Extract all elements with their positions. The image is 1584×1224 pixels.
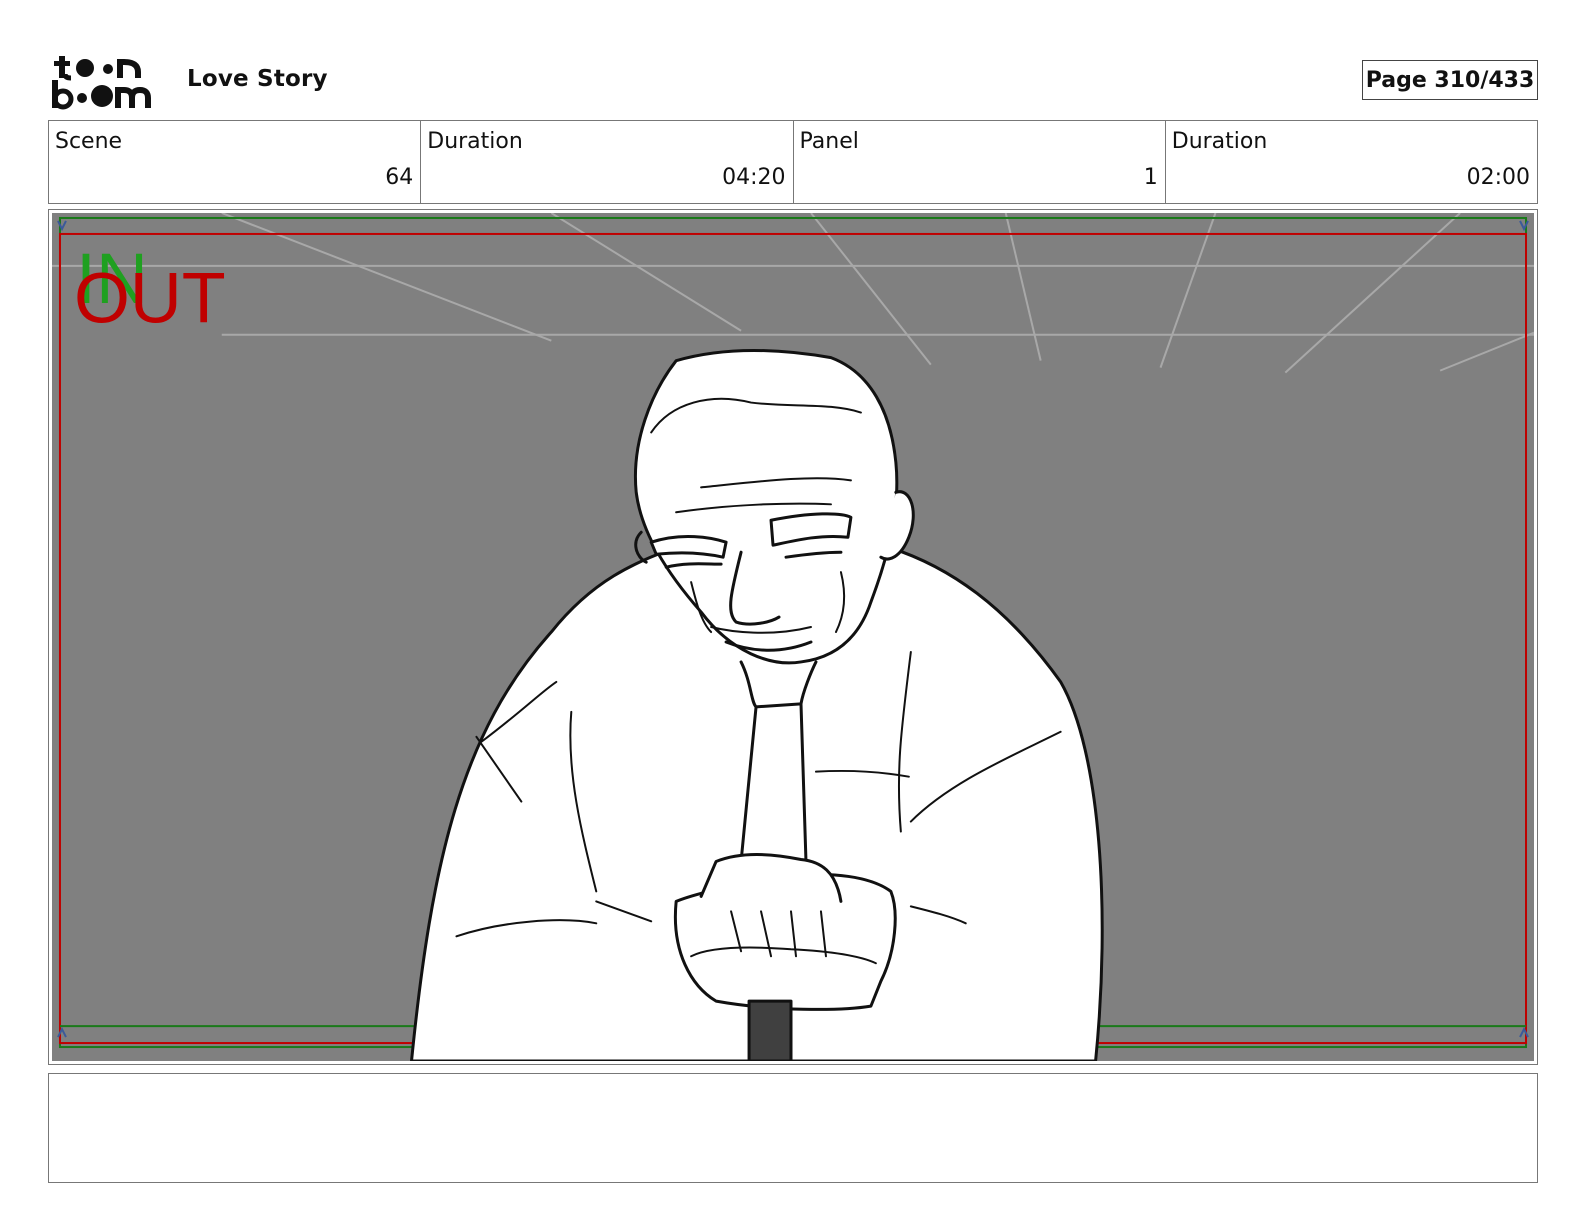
scene-duration-cell: Duration 04:20 xyxy=(421,121,794,203)
out-marker: OUT xyxy=(74,259,226,339)
document-title: Love Story xyxy=(187,66,328,92)
panel-label: Panel xyxy=(799,129,859,154)
storyboard-panel-image: IN OUT xyxy=(52,213,1534,1061)
panel-duration-value: 02:00 xyxy=(1466,165,1530,190)
scene-info-table: Scene 64 Duration 04:20 Panel 1 Duration… xyxy=(48,120,1538,204)
page-number: Page 310/433 xyxy=(1362,60,1538,100)
scene-cell: Scene 64 xyxy=(49,121,422,203)
storyboard-panel-frame: IN OUT xyxy=(48,209,1538,1065)
panel-notes-box xyxy=(48,1073,1538,1183)
scene-duration-label: Duration xyxy=(427,129,523,154)
panel-value: 1 xyxy=(1143,165,1158,190)
toonboom-logo xyxy=(52,56,151,110)
scene-duration-value: 04:20 xyxy=(722,165,786,190)
panel-duration-cell: Duration 02:00 xyxy=(1166,121,1537,203)
scene-value: 64 xyxy=(385,165,414,190)
scene-label: Scene xyxy=(55,129,123,154)
panel-duration-label: Duration xyxy=(1171,129,1268,154)
panel-cell: Panel 1 xyxy=(794,121,1166,203)
